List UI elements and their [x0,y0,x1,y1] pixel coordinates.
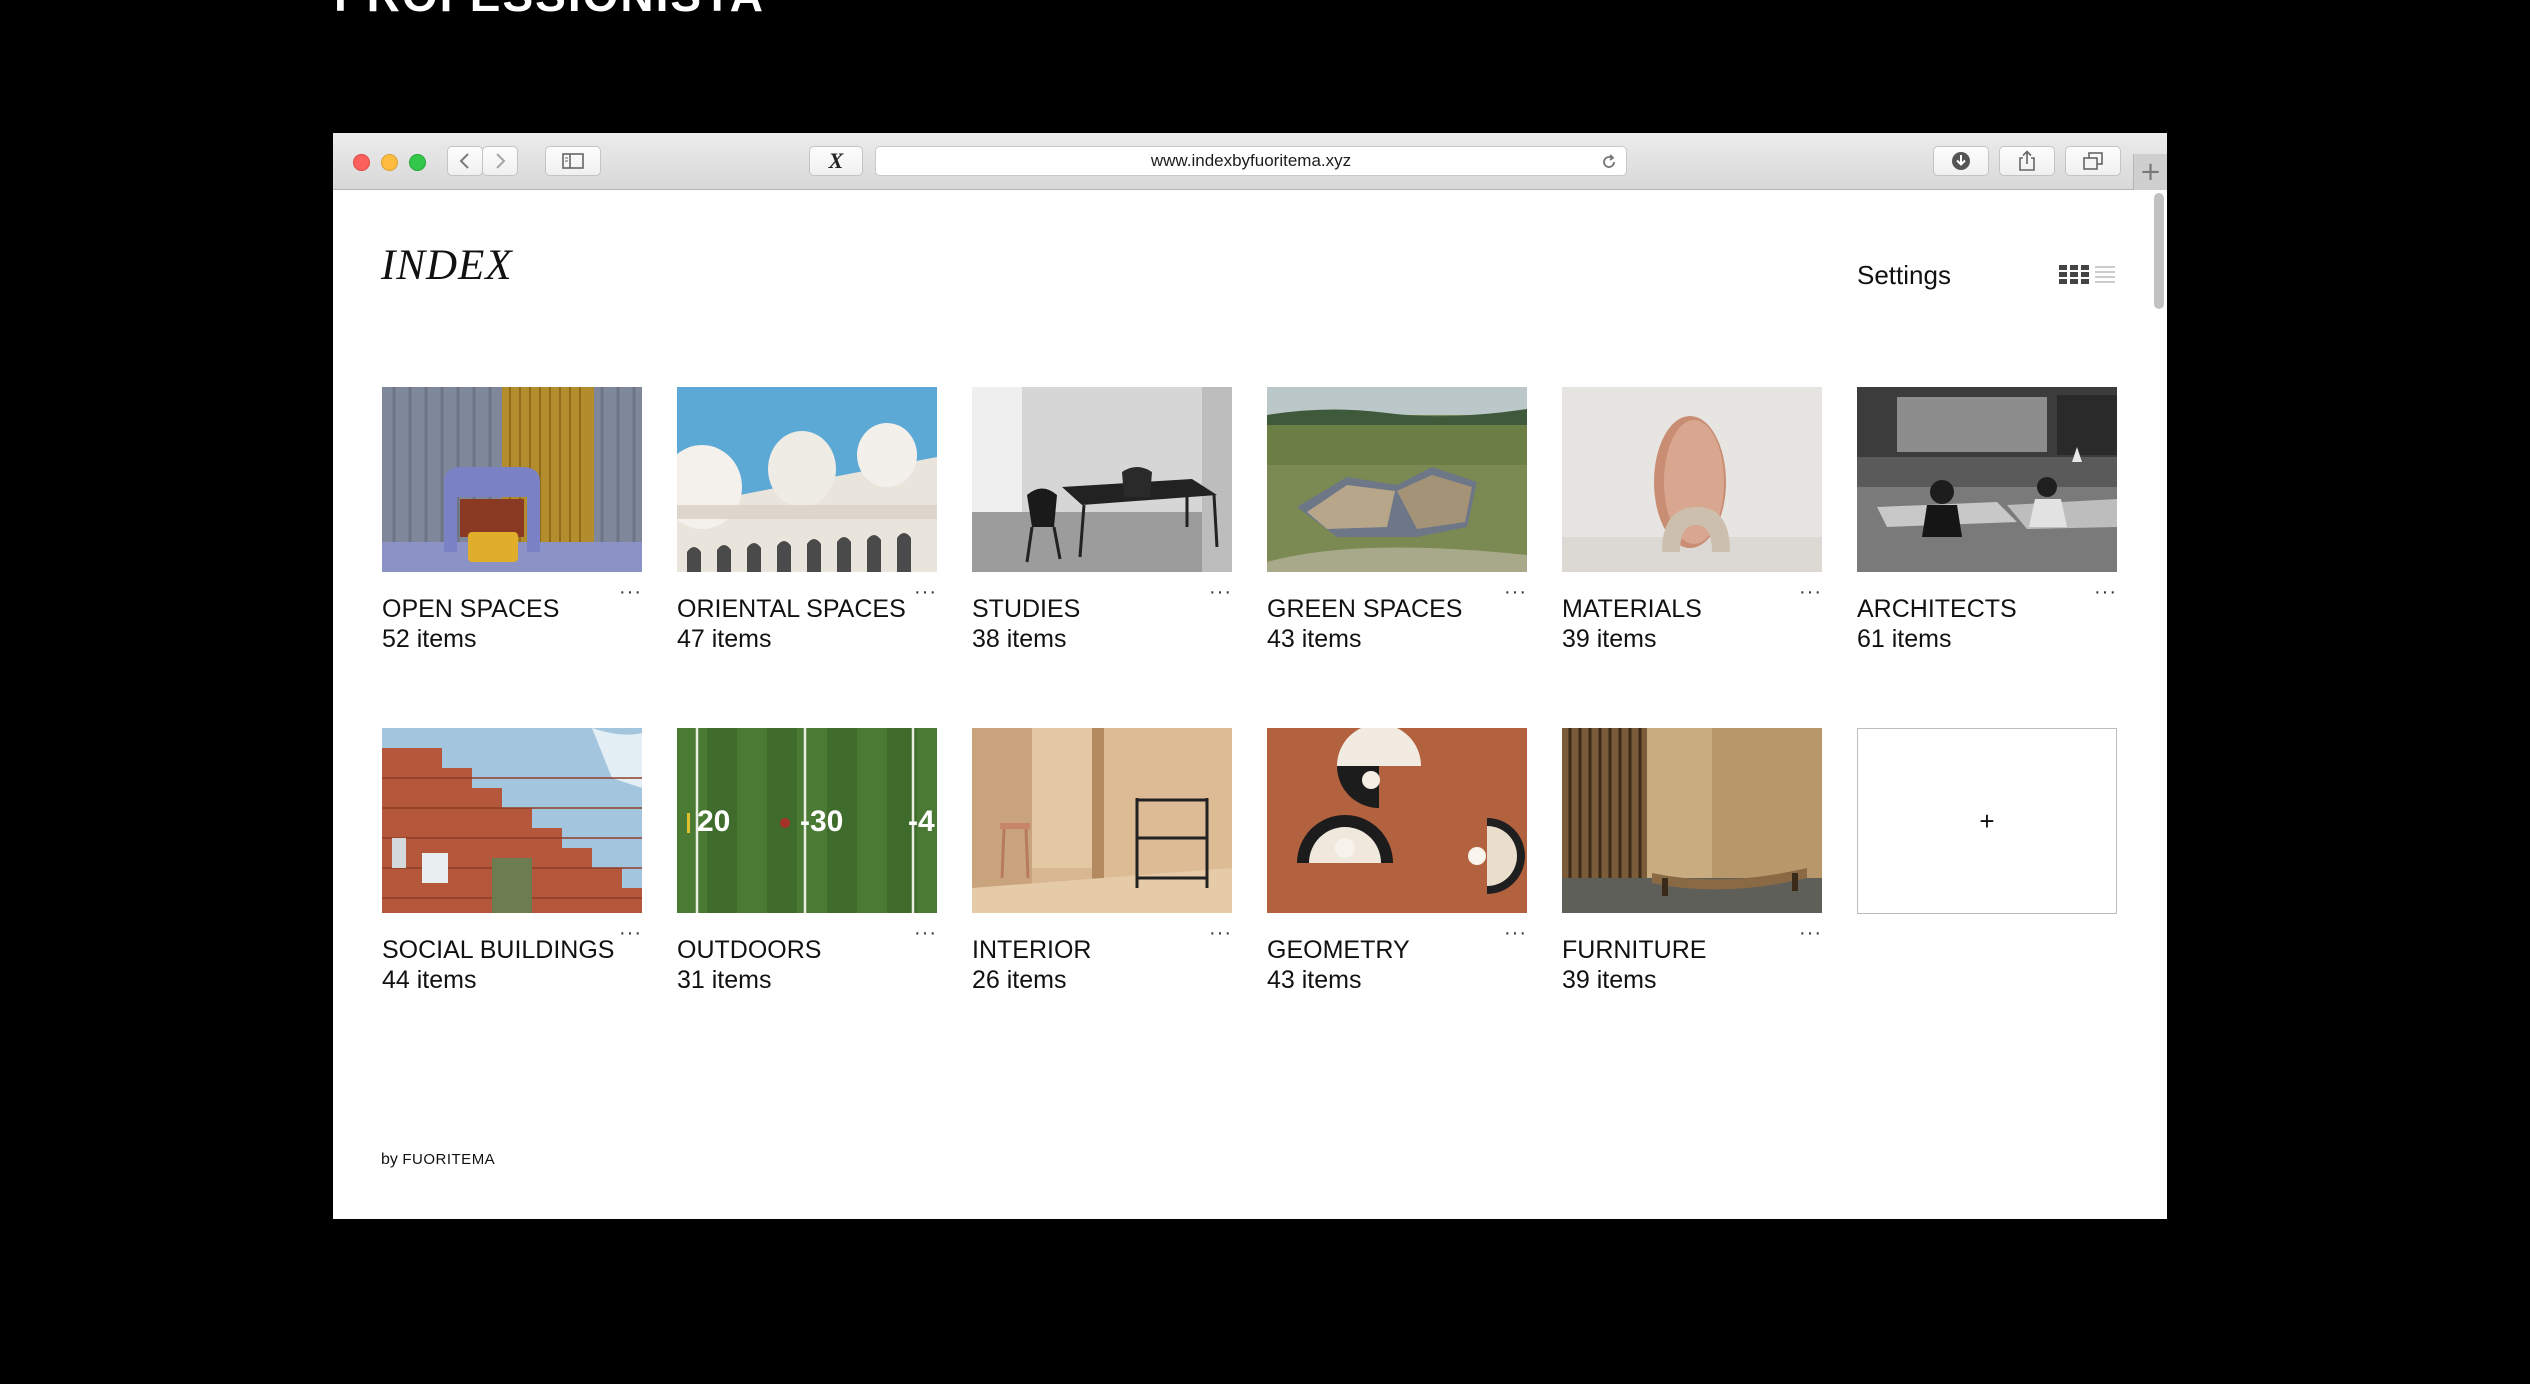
collection-count: 31 items [677,966,772,994]
tab-overview-button[interactable] [2065,146,2121,176]
collection-card[interactable]: GEOMETRY 43 items ··· [1267,728,1527,994]
more-options-icon[interactable]: ··· [2094,581,2117,604]
chevron-right-icon [496,153,506,169]
collection-count: 52 items [382,625,477,653]
list-view-icon[interactable] [2095,265,2115,285]
collection-title[interactable]: FURNITURE [1562,936,1706,965]
collection-card[interactable]: FURNITURE 39 items ··· [1562,728,1822,994]
footer-brand-link[interactable]: FUORITEMA [402,1151,495,1168]
zoom-window-button[interactable] [409,154,426,171]
more-options-icon[interactable]: ··· [1504,581,1527,604]
collection-count: 43 items [1267,966,1362,994]
yard-number: -4 [908,805,935,838]
more-options-icon[interactable]: ··· [914,581,937,604]
more-options-icon[interactable]: ··· [1799,581,1822,604]
collection-title[interactable]: OPEN SPACES [382,595,559,624]
collection-thumbnail[interactable] [1562,728,1822,913]
collection-thumbnail[interactable] [1267,728,1527,913]
collection-count: 39 items [1562,966,1657,994]
scrollbar-thumb[interactable] [2154,193,2164,309]
collection-thumbnail[interactable] [382,728,642,913]
collection-thumbnail[interactable] [677,387,937,572]
collection-count: 38 items [972,625,1067,653]
more-options-icon[interactable]: ··· [914,922,937,945]
collection-title[interactable]: INTERIOR [972,936,1091,965]
collection-card[interactable]: ORIENTAL SPACES 47 items ··· [677,387,937,653]
collection-count: 44 items [382,966,477,994]
back-button[interactable] [447,146,483,176]
download-icon [1952,152,1970,170]
collection-title[interactable]: GREEN SPACES [1267,595,1462,624]
sidebar-icon [562,153,584,169]
collection-count: 61 items [1857,625,1952,653]
grid-view-icon[interactable] [2059,265,2089,285]
add-collection-button[interactable]: + [1857,728,2117,914]
extension-button[interactable]: X [809,146,863,176]
browser-toolbar: X www.indexbyfuoritema.xyz [333,133,2167,190]
new-tab-button[interactable]: + [2133,154,2167,190]
chevron-left-icon [459,153,469,169]
browser-window: X www.indexbyfuoritema.xyz + INDEX Setti… [333,133,2167,1219]
share-icon [2019,150,2035,171]
collection-title[interactable]: MATERIALS [1562,595,1702,624]
more-options-icon[interactable]: ··· [1799,922,1822,945]
collection-card[interactable]: STUDIES 38 items ··· [972,387,1232,653]
share-button[interactable] [1999,146,2055,176]
collection-title[interactable]: SOCIAL BUILDINGS [382,936,614,965]
collection-title[interactable]: STUDIES [972,595,1080,624]
collection-card[interactable]: 20 -30 -4 OUTDOORS 31 items ··· [677,728,937,994]
close-window-button[interactable] [353,154,370,171]
downloads-button[interactable] [1933,146,1989,176]
collection-thumbnail[interactable] [972,728,1232,913]
collection-title[interactable]: ARCHITECTS [1857,595,2017,624]
collection-thumbnail[interactable] [1857,387,2117,572]
collection-count: 43 items [1267,625,1362,653]
collection-card[interactable]: MATERIALS 39 items ··· [1562,387,1822,653]
more-options-icon[interactable]: ··· [619,581,642,604]
settings-link[interactable]: Settings [1857,260,1951,291]
collection-card[interactable]: OPEN SPACES 52 items ··· [382,387,642,653]
forward-button[interactable] [482,146,518,176]
collection-thumbnail[interactable]: 20 -30 -4 [677,728,937,913]
collection-thumbnail[interactable] [1267,387,1527,572]
collection-card[interactable]: INTERIOR 26 items ··· [972,728,1232,994]
sidebar-toggle-button[interactable] [545,146,601,176]
url-text: www.indexbyfuoritema.xyz [1150,151,1352,170]
more-options-icon[interactable]: ··· [1504,922,1527,945]
app-logo[interactable]: INDEX [381,241,513,290]
minimize-window-button[interactable] [381,154,398,171]
yard-number: 20 [697,805,730,838]
collection-thumbnail[interactable] [382,387,642,572]
more-options-icon[interactable]: ··· [619,922,642,945]
collection-card[interactable]: SOCIAL BUILDINGS 44 items ··· [382,728,642,994]
more-options-icon[interactable]: ··· [1209,922,1232,945]
collection-count: 39 items [1562,625,1657,653]
yard-number: -30 [800,805,843,838]
reload-icon[interactable] [1600,153,1618,171]
more-options-icon[interactable]: ··· [1209,581,1232,604]
url-bar[interactable]: www.indexbyfuoritema.xyz [875,146,1627,176]
collection-count: 47 items [677,625,772,653]
collection-thumbnail[interactable] [972,387,1232,572]
page-heading: PROFESSIONISTA [334,0,765,22]
collection-title[interactable]: ORIENTAL SPACES [677,595,906,624]
tabs-icon [2083,152,2103,170]
collection-title[interactable]: OUTDOORS [677,936,821,965]
footer-credit: by FUORITEMA [381,1151,495,1169]
collection-title[interactable]: GEOMETRY [1267,936,1410,965]
footer-by: by [381,1151,398,1168]
collection-card[interactable]: GREEN SPACES 43 items ··· [1267,387,1527,653]
collection-card[interactable]: ARCHITECTS 61 items ··· [1857,387,2117,653]
collection-thumbnail[interactable] [1562,387,1822,572]
collection-count: 26 items [972,966,1067,994]
